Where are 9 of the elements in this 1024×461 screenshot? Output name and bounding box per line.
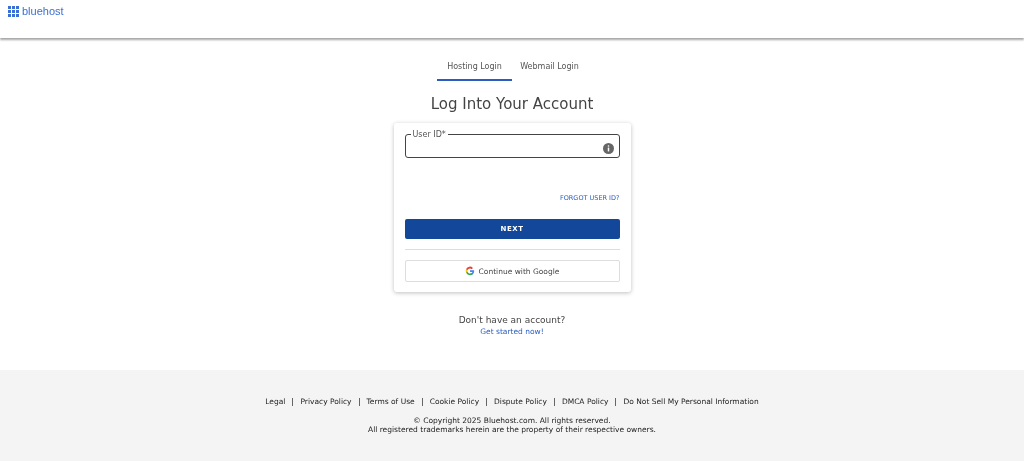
info-icon[interactable] xyxy=(602,142,614,154)
grid-logo-icon xyxy=(8,5,19,17)
logo-text[interactable]: bluehost xyxy=(22,5,64,17)
signup-prompt: Don't have an account? xyxy=(458,315,566,325)
user-id-field[interactable]: User ID* xyxy=(404,130,620,158)
login-tab[interactable]: Webmail Login xyxy=(512,59,587,81)
page-title: Log Into Your Account xyxy=(430,95,594,113)
google-g-icon xyxy=(464,266,475,276)
login-tab[interactable]: Hosting Login xyxy=(437,59,512,81)
